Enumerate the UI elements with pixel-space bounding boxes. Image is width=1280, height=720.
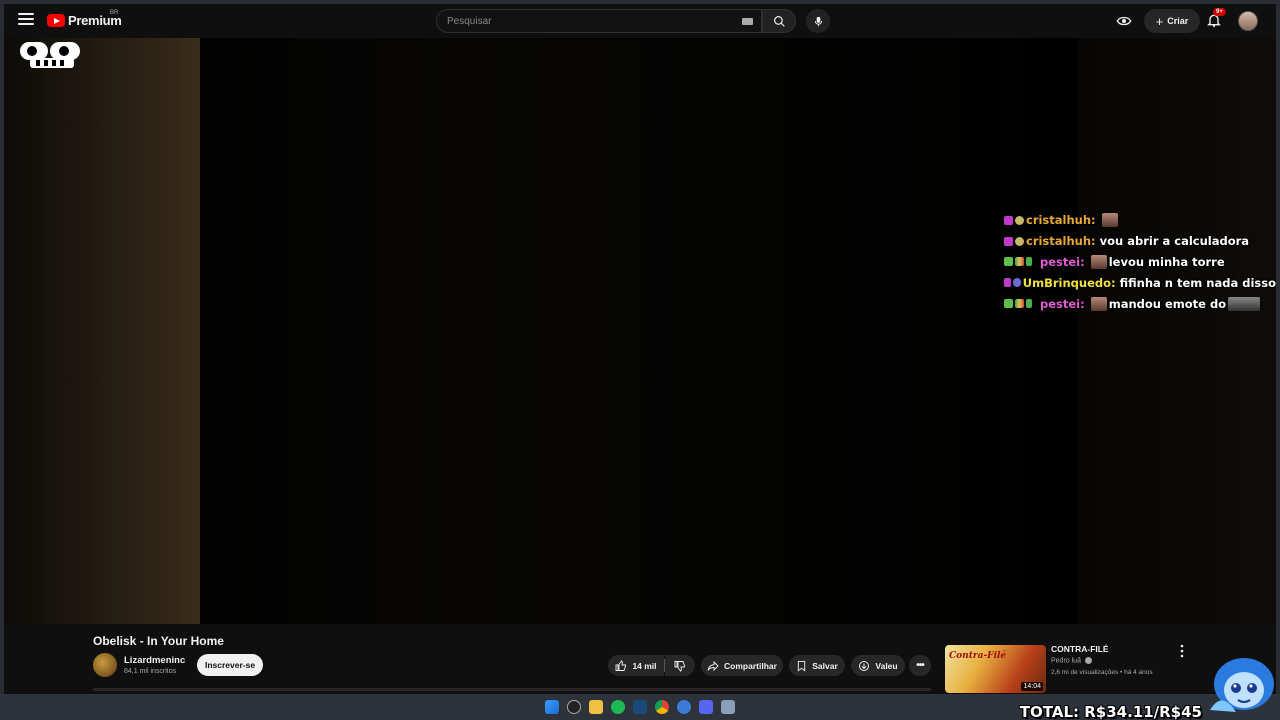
- video-duration: 14:04: [1021, 682, 1043, 691]
- scroll-track[interactable]: [93, 688, 931, 691]
- chat-message: UmBrinquedo: fifinha n tem nada disso: [1004, 272, 1276, 293]
- multicolor-badge-icon: [1015, 257, 1024, 267]
- chat-text: fifinha n tem nada disso: [1119, 275, 1276, 290]
- recommended-video[interactable]: Contra-Filé 14:04 CONTRA-FILÉ Pedro luã …: [945, 641, 1185, 693]
- hamburger-menu-icon[interactable]: [18, 13, 34, 27]
- logo-region: BR: [110, 10, 119, 16]
- pencil-badge-icon: [1026, 257, 1032, 267]
- create-button[interactable]: + Criar: [1144, 9, 1200, 33]
- thanks-button[interactable]: Valeu: [851, 655, 905, 676]
- thanks-label: Valeu: [875, 660, 898, 671]
- account-avatar[interactable]: [1238, 11, 1258, 31]
- share-button[interactable]: Compartilhar: [701, 655, 783, 676]
- emote-icon: [1090, 296, 1107, 311]
- multicolor-badge-icon: [1015, 299, 1024, 309]
- search-icon: [773, 15, 785, 27]
- eye-icon: [1116, 16, 1132, 26]
- gear-badge-icon: [1015, 236, 1024, 246]
- save-label: Salvar: [812, 660, 838, 671]
- spotify-icon[interactable]: [611, 700, 625, 714]
- video-title: Obelisk - In Your Home: [93, 634, 224, 648]
- microphone-icon: [814, 16, 822, 26]
- obs-icon[interactable]: [567, 700, 581, 714]
- pencil-badge-icon: [1026, 299, 1032, 309]
- super-thanks-icon: [859, 660, 870, 671]
- chat-username: pestei:: [1040, 296, 1085, 311]
- thumbs-up-icon: [615, 659, 627, 671]
- more-vertical-icon[interactable]: [1179, 644, 1185, 658]
- save-button[interactable]: Salvar: [789, 655, 845, 676]
- chat-username: pestei:: [1040, 254, 1085, 269]
- chat-message: cristalhuh: vou abrir a calculadora: [1004, 231, 1276, 252]
- heart-badge-icon: [1004, 278, 1012, 288]
- thumbs-down-icon: [674, 660, 685, 672]
- youtube-play-icon: [47, 14, 65, 27]
- recommended-channel[interactable]: Pedro luã: [1051, 657, 1092, 664]
- share-label: Compartilhar: [724, 660, 777, 671]
- gamepad-badge-icon: [1013, 278, 1021, 288]
- recommended-meta: 2,6 mi de visualizações • há 4 anos: [1051, 669, 1153, 676]
- heart-badge-icon: [1004, 215, 1013, 225]
- voice-search-button[interactable]: [806, 9, 830, 33]
- like-count: 14 mil: [632, 660, 657, 671]
- chat-username: UmBrinquedo:: [1022, 275, 1116, 290]
- chat-username: cristalhuh:: [1026, 234, 1096, 249]
- green-badge-icon: [1004, 299, 1013, 309]
- donation-total: TOTAL: R$34.11/R$45: [1019, 703, 1202, 720]
- search-input[interactable]: [447, 15, 727, 27]
- recommended-title[interactable]: CONTRA-FILÉ: [1051, 644, 1109, 654]
- video-left-panel: [4, 38, 200, 624]
- create-label: Criar: [1167, 16, 1189, 26]
- search-button[interactable]: [762, 9, 796, 33]
- mascot-character-icon: [1210, 658, 1274, 712]
- recommended-thumbnail[interactable]: Contra-Filé 14:04: [945, 645, 1046, 693]
- video-player[interactable]: cristalhuh: cristalhuh: vou abrir a calc…: [4, 38, 1276, 624]
- steam-icon[interactable]: [633, 700, 647, 714]
- chat-message: pestei: mandou emote do: [1004, 293, 1276, 314]
- chat-text: levou minha torre: [1108, 254, 1225, 269]
- green-badge-icon: [1004, 257, 1013, 267]
- notifications-badge: 9+: [1213, 8, 1226, 16]
- video-info: Obelisk - In Your Home Lizardmeninc 84,1…: [4, 624, 1276, 694]
- chat-message: cristalhuh:: [1004, 210, 1276, 231]
- emote-icon: [1090, 254, 1107, 269]
- top-bar: Premium BR + Criar 9+: [4, 4, 1276, 38]
- more-actions-button[interactable]: •••: [909, 655, 931, 676]
- browser-icon[interactable]: [677, 700, 691, 714]
- like-divider: [664, 659, 665, 672]
- like-button[interactable]: 14 mil: [608, 655, 664, 676]
- windows-start-icon[interactable]: [545, 700, 559, 714]
- emote-icon: [1101, 213, 1118, 228]
- chat-text: mandou emote do: [1108, 296, 1227, 311]
- wide-emote-icon: [1228, 296, 1261, 311]
- chat-text: vou abrir a calculadora: [1099, 234, 1250, 249]
- discord-icon[interactable]: [699, 700, 713, 714]
- chat-username: cristalhuh:: [1026, 213, 1096, 228]
- streamer-logo-icon: [20, 42, 80, 68]
- video-right-panel: [1078, 38, 1276, 624]
- gear-badge-icon: [1015, 215, 1024, 225]
- app-icon[interactable]: [721, 700, 735, 714]
- dislike-button[interactable]: [665, 655, 695, 676]
- more-horizontal-icon: •••: [916, 660, 924, 671]
- verified-icon: [1084, 657, 1092, 664]
- chrome-icon[interactable]: [655, 700, 669, 714]
- share-icon: [707, 660, 719, 671]
- heart-badge-icon: [1004, 236, 1013, 246]
- plus-icon: +: [1155, 13, 1164, 29]
- eye-button[interactable]: [1116, 13, 1132, 29]
- bookmark-icon: [798, 660, 806, 671]
- chat-overlay: cristalhuh: cristalhuh: vou abrir a calc…: [1004, 210, 1276, 314]
- chat-message: pestei: levou minha torre: [1004, 252, 1276, 273]
- recommended-channel-name: Pedro luã: [1051, 657, 1081, 665]
- keyboard-icon[interactable]: [742, 18, 753, 25]
- video-frame: [200, 38, 1078, 624]
- youtube-window: Premium BR + Criar 9+: [4, 4, 1276, 694]
- folder-icon[interactable]: [589, 700, 603, 714]
- thumbnail-text: Contra-Filé: [949, 651, 1007, 661]
- search-box: [436, 9, 762, 33]
